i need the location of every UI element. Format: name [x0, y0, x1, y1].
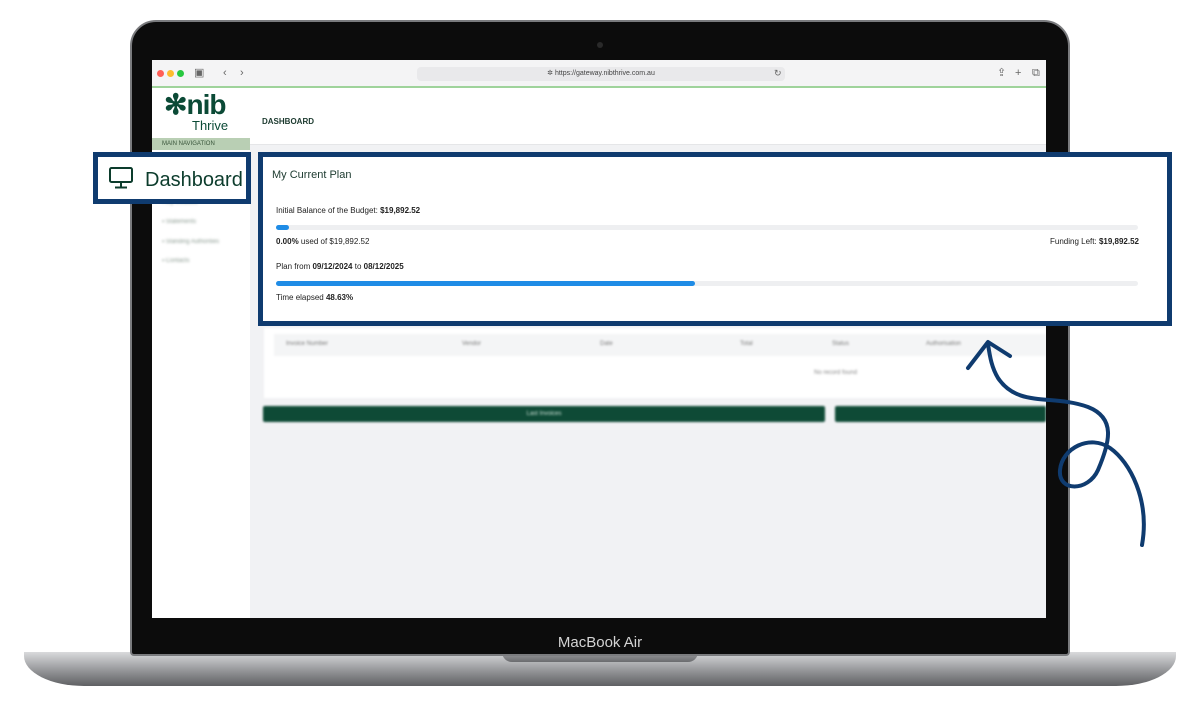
hand-drawn-arrow-icon: [966, 340, 1146, 547]
